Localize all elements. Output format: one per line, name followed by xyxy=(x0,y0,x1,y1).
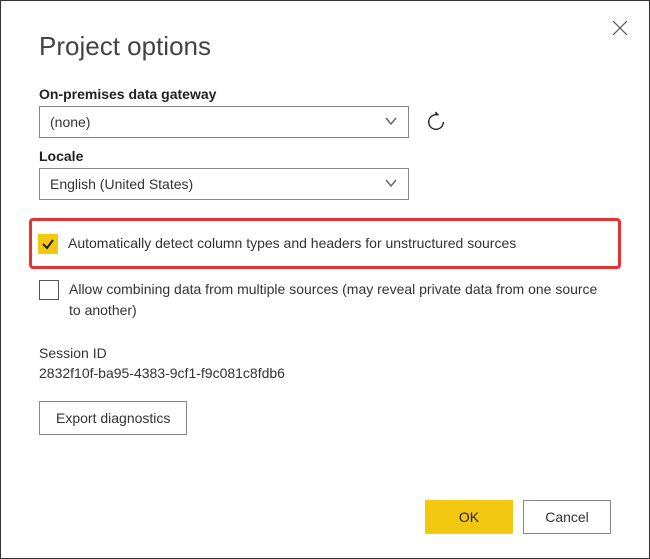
allow-combining-label: Allow combining data from multiple sourc… xyxy=(69,279,611,321)
dialog-button-row: OK Cancel xyxy=(425,500,611,534)
allow-combining-checkbox[interactable] xyxy=(39,280,59,300)
close-icon xyxy=(611,19,629,37)
window-frame: Project options On-premises data gateway… xyxy=(0,0,650,559)
auto-detect-label: Automatically detect column types and he… xyxy=(68,233,516,254)
cancel-button[interactable]: Cancel xyxy=(523,500,611,534)
project-options-dialog: Project options On-premises data gateway… xyxy=(1,1,649,558)
chevron-down-icon xyxy=(384,114,398,131)
refresh-icon xyxy=(425,111,447,133)
close-button[interactable] xyxy=(611,19,631,39)
allow-combining-option[interactable]: Allow combining data from multiple sourc… xyxy=(39,279,611,321)
locale-select[interactable]: English (United States) xyxy=(39,168,409,200)
check-icon xyxy=(41,237,55,251)
dialog-title: Project options xyxy=(39,31,611,62)
auto-detect-option[interactable]: Automatically detect column types and he… xyxy=(38,233,608,254)
highlight-annotation: Automatically detect column types and he… xyxy=(29,218,621,269)
auto-detect-checkbox[interactable] xyxy=(38,234,58,254)
locale-label: Locale xyxy=(39,148,611,164)
session-id-label: Session ID xyxy=(39,345,611,361)
gateway-select-value: (none) xyxy=(50,114,90,130)
gateway-select[interactable]: (none) xyxy=(39,106,409,138)
session-id-value: 2832f10f-ba95-4383-9cf1-f9c081c8fdb6 xyxy=(39,365,611,381)
chevron-down-icon xyxy=(384,176,398,193)
refresh-button[interactable] xyxy=(425,111,447,133)
export-diagnostics-button[interactable]: Export diagnostics xyxy=(39,401,187,435)
gateway-label: On-premises data gateway xyxy=(39,86,611,102)
ok-button[interactable]: OK xyxy=(425,500,513,534)
locale-select-value: English (United States) xyxy=(50,176,193,192)
